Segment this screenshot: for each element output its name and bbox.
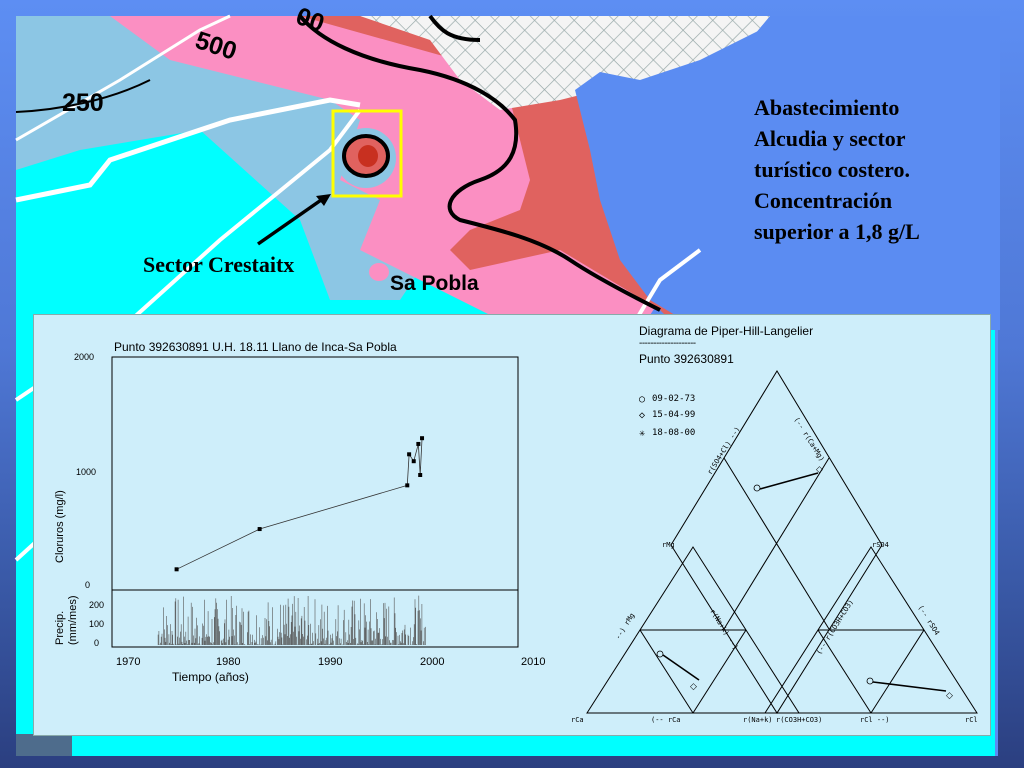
title-line-4: Concentración	[754, 188, 893, 213]
chloride-point	[411, 459, 416, 464]
chloride-point	[257, 527, 262, 532]
label-rCa-arrow: (-- rCa	[651, 716, 681, 724]
y-tick-1000: 1000	[76, 467, 96, 477]
label-rSO4-arrow: (-- rSO4	[916, 604, 941, 637]
title-line-2: Alcudia y sector	[754, 126, 906, 151]
x-tick-1990: 1990	[318, 656, 342, 668]
title-line-1: Abastecimiento	[754, 95, 900, 120]
label-rMg-arrow: --) rMg	[614, 612, 636, 641]
panel-figures: Punto 392630891 U.H. 18.11 Llano de Inca…	[54, 324, 978, 724]
label-rMg: rMg	[662, 541, 675, 549]
label-rCO3-arrow: (-- r(CO3H+CO3)	[815, 598, 855, 656]
precip-tick-100: 100	[89, 619, 104, 629]
piper-title: Diagrama de Piper-Hill-Langelier	[639, 324, 813, 338]
chloride-point	[418, 473, 423, 477]
piper-diagram: Diagrama de Piper-Hill-Langelier -------…	[571, 324, 978, 724]
chloride-point	[416, 441, 421, 446]
chloride-point	[420, 436, 425, 441]
x-tick-2000: 2000	[420, 656, 444, 668]
contour-label-250: 250	[62, 89, 104, 117]
x-tick-2010: 2010	[521, 656, 545, 668]
slide-title: Abastecimiento Alcudia y sector turístic…	[754, 92, 1014, 247]
svg-text:◇: ◇	[946, 690, 953, 700]
svg-text:◇: ◇	[816, 464, 823, 474]
chloride-point	[407, 452, 412, 457]
label-rSO4Cl: r(SO4+Cl) --)	[706, 425, 742, 476]
piper-subtitle: Punto 392630891	[639, 352, 734, 366]
title-line-5: superior a 1,8 g/L	[754, 219, 920, 244]
town-label: Sa Pobla	[390, 272, 479, 295]
label-rCl-arrow: rCl --)	[860, 716, 890, 724]
label-rNaK: r(Na+k)	[743, 716, 773, 724]
y-axis-label: Cloruros (mg/l)	[54, 490, 66, 563]
precip-tick-0: 0	[94, 638, 99, 648]
title-line-3: turístico costero.	[754, 157, 910, 182]
label-rCa: rCa	[571, 716, 584, 724]
label-rCO3: r(CO3H+CO3)	[776, 716, 822, 724]
time-series-chart: Punto 392630891 U.H. 18.11 Llano de Inca…	[54, 340, 545, 684]
legend-label-1: 09-02-73	[652, 394, 695, 404]
legend-label-3: 18-08-00	[652, 428, 695, 438]
chloride-point	[405, 483, 410, 488]
y-tick-0: 0	[85, 580, 90, 590]
chloride-series	[174, 436, 425, 572]
slide: 00 500 250 Abastecimiento Alcudia y sect…	[0, 0, 1024, 768]
precip-series	[157, 595, 426, 645]
x-axis-label: Tiempo (años)	[172, 670, 249, 684]
precip-tick-200: 200	[89, 600, 104, 610]
legend-symbol-3: ✳	[639, 428, 645, 439]
precip-label-1: Precip.	[54, 611, 66, 645]
piper-diamond	[670, 370, 883, 714]
svg-text:◇: ◇	[690, 681, 697, 691]
sector-label: Sector Crestaitx	[143, 252, 295, 277]
label-rSO4: rSO4	[872, 541, 889, 549]
legend-symbol-1: ○	[639, 394, 645, 405]
x-tick-1970: 1970	[116, 656, 140, 668]
piper-title-underline: --------------------	[639, 338, 696, 349]
precip-bars	[157, 595, 426, 645]
precip-label-2: (mm/mes)	[67, 596, 79, 646]
chloride-line	[176, 438, 423, 570]
label-rCaMg: (-- r(Ca+Mg)	[792, 416, 826, 463]
chloride-point	[174, 567, 179, 572]
legend-symbol-2: ◇	[639, 410, 645, 421]
chart-title: Punto 392630891 U.H. 18.11 Llano de Inca…	[114, 340, 397, 354]
x-tick-1980: 1980	[216, 656, 240, 668]
figure-panel: Punto 392630891 U.H. 18.11 Llano de Inca…	[33, 314, 991, 736]
label-rCl: rCl	[965, 716, 978, 724]
y-tick-2000: 2000	[74, 352, 94, 362]
legend-label-2: 15-04-99	[652, 410, 695, 420]
